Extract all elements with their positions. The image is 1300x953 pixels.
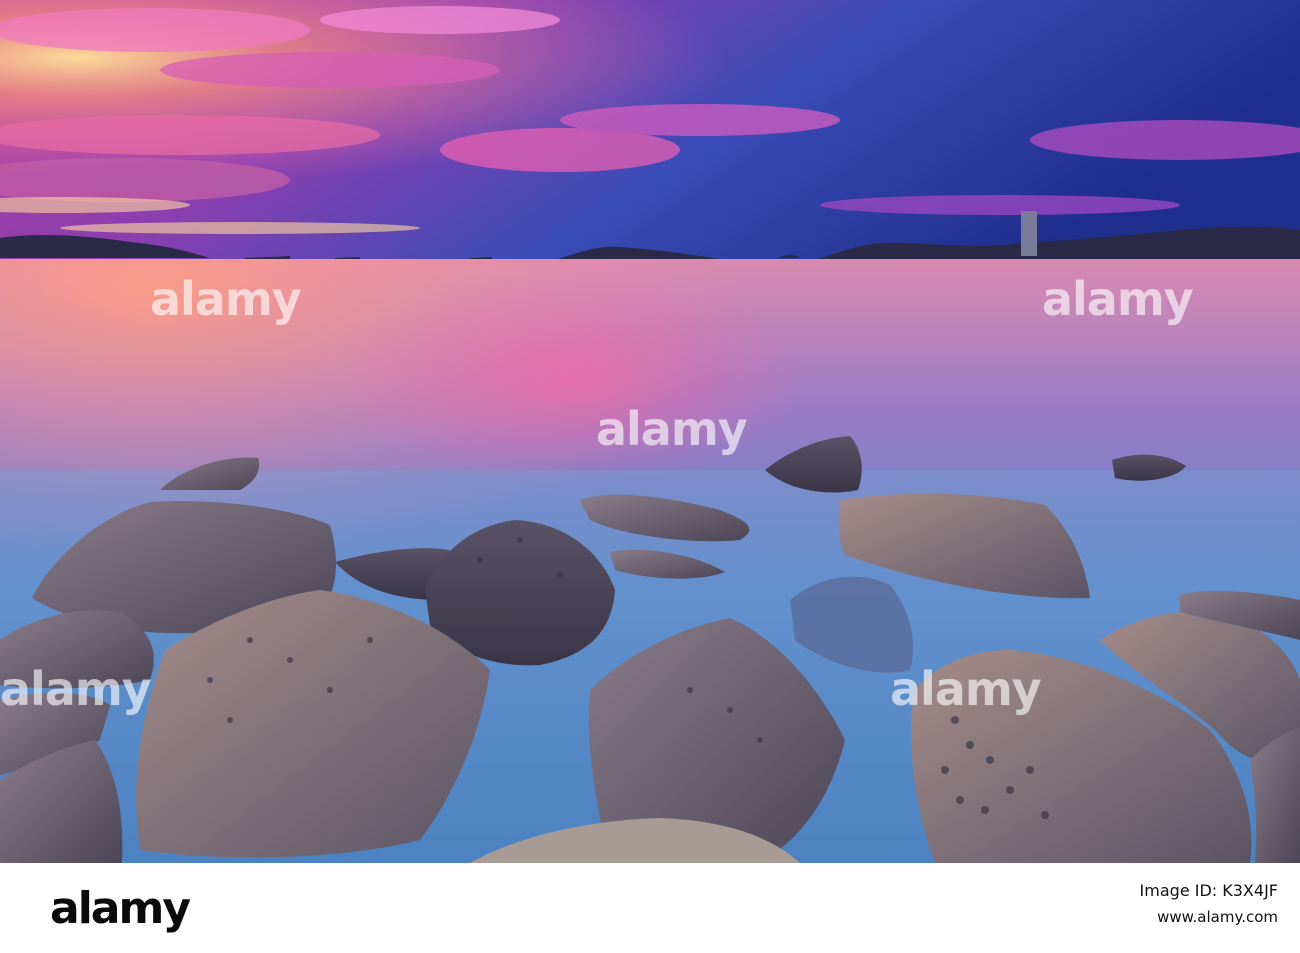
site-url[interactable]: www.alamy.com	[1140, 908, 1278, 926]
footer-bar: alamy Image ID: K3X4JF www.alamy.com	[0, 863, 1300, 953]
stock-photo: alamy alamy alamy alamy alamy	[0, 0, 1300, 863]
alamy-logo[interactable]: alamy	[50, 883, 191, 934]
seascape-sunset-photo	[0, 0, 1300, 863]
image-id: Image ID: K3X4JF	[1139, 881, 1278, 900]
footer-info: Image ID: K3X4JF www.alamy.com	[1140, 881, 1278, 926]
